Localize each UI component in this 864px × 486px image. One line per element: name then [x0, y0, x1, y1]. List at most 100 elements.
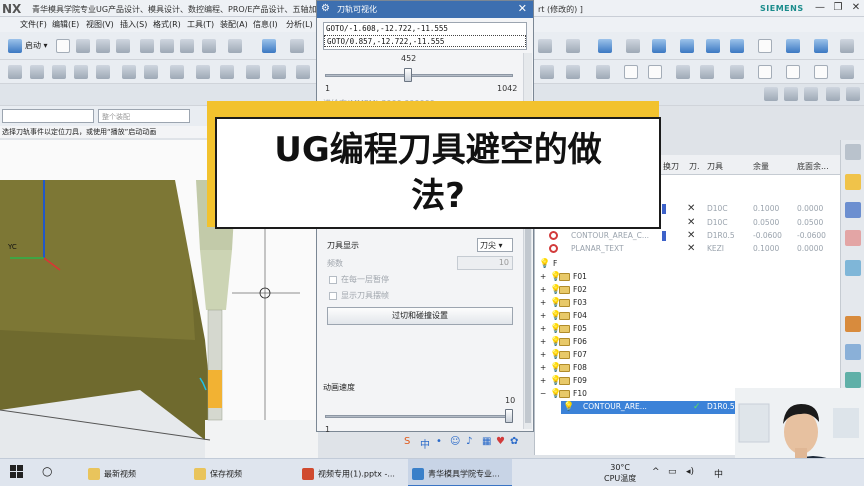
generate-icon[interactable]: [122, 65, 136, 79]
create-geometry-icon[interactable]: [52, 65, 66, 79]
select-edge-icon[interactable]: [784, 87, 798, 101]
collapse-icon[interactable]: −: [540, 389, 546, 398]
operation-nav-icon[interactable]: [845, 260, 861, 276]
network-icon[interactable]: ▭: [668, 459, 677, 486]
tray-expand-icon[interactable]: ^: [652, 459, 660, 486]
output-icon[interactable]: [246, 65, 260, 79]
list-item[interactable]: + 💡 F08: [535, 362, 841, 375]
expand-icon[interactable]: +: [540, 363, 546, 372]
expand-icon[interactable]: +: [540, 350, 546, 359]
menu-tools[interactable]: 工具(T): [187, 19, 214, 30]
taskbar-item-pptx[interactable]: 视频专用(1).pptx -...: [298, 459, 402, 486]
shop-doc-icon[interactable]: [220, 65, 234, 79]
windows-start-button[interactable]: [10, 459, 28, 486]
list-item[interactable]: + 💡 F07: [535, 349, 841, 362]
minimize-button[interactable]: —: [812, 2, 828, 15]
goto-line[interactable]: GOTO/-1.608,-12.722,-11.555: [324, 23, 526, 35]
assembly-nav-icon[interactable]: [845, 174, 861, 190]
create-operation-icon[interactable]: [96, 65, 110, 79]
rotate-icon[interactable]: [626, 39, 640, 53]
table-row[interactable]: CONTOUR_AREA_C... ✕ D1R0.5 -0.0600 -0.06…: [535, 230, 841, 243]
layer-icon[interactable]: [290, 39, 304, 53]
voice-icon[interactable]: ♪: [466, 436, 472, 447]
shaded-icon[interactable]: [652, 39, 666, 53]
verify-icon[interactable]: [170, 65, 184, 79]
close-button[interactable]: ✕: [848, 2, 864, 15]
ime-settings-icon[interactable]: ✿: [510, 436, 518, 447]
list-item[interactable]: + 💡 F04: [535, 310, 841, 323]
step-slider-track[interactable]: [325, 74, 513, 77]
boolean-icon[interactable]: [566, 65, 580, 79]
program-group-row[interactable]: 💡 F: [535, 258, 841, 271]
col-floor-stock[interactable]: 底面余...: [797, 161, 829, 172]
animation-speed-track[interactable]: [325, 415, 511, 418]
new-icon[interactable]: [56, 39, 70, 53]
display-icon[interactable]: [262, 39, 276, 53]
menu-file[interactable]: 文件(F): [20, 19, 47, 30]
maximize-button[interactable]: ❐: [830, 2, 846, 15]
gear-icon[interactable]: ⚙: [321, 3, 330, 14]
create-program-icon[interactable]: [8, 65, 22, 79]
reuse-library-icon[interactable]: [845, 230, 861, 246]
frequency-input[interactable]: 10: [457, 256, 513, 270]
open-icon[interactable]: [76, 39, 90, 53]
expand-icon[interactable]: +: [540, 376, 546, 385]
expand-icon[interactable]: +: [540, 324, 546, 333]
curve-icon[interactable]: [624, 65, 638, 79]
part-nav-icon[interactable]: [845, 202, 861, 218]
trim-icon[interactable]: [596, 65, 610, 79]
paste-icon[interactable]: [180, 39, 194, 53]
type-filter-dropdown[interactable]: [2, 109, 94, 123]
pointer-icon[interactable]: [538, 39, 552, 53]
scope-filter-dropdown[interactable]: 整个装配: [98, 109, 190, 123]
taskbar-item-saved-videos[interactable]: 保存视频: [190, 459, 290, 486]
layer-view-icon[interactable]: [814, 39, 828, 53]
machine-nav-icon[interactable]: [845, 316, 861, 332]
datum-icon[interactable]: [758, 65, 772, 79]
col-tool-change[interactable]: 换刀: [663, 161, 679, 172]
create-method-icon[interactable]: [74, 65, 88, 79]
col-stock[interactable]: 余量: [753, 161, 769, 172]
skin-icon[interactable]: ♥: [496, 436, 505, 447]
web-browser-icon[interactable]: [845, 344, 861, 360]
taskbar-item-latest-videos[interactable]: 最新视频: [84, 459, 176, 486]
view-icon[interactable]: [598, 39, 612, 53]
spline-icon[interactable]: [648, 65, 662, 79]
volume-icon[interactable]: ◂): [686, 459, 694, 486]
create-tool-icon[interactable]: [30, 65, 44, 79]
expand-icon[interactable]: +: [540, 285, 546, 294]
menu-assembly[interactable]: 装配(A): [220, 19, 248, 30]
cube-icon[interactable]: [680, 39, 694, 53]
pause-each-layer-checkbox[interactable]: [329, 276, 337, 284]
expand-icon[interactable]: +: [540, 298, 546, 307]
select-feature-icon[interactable]: [826, 87, 840, 101]
cube-view-icon[interactable]: [706, 39, 720, 53]
taskbar-item-nx[interactable]: 青华模具学院专业...: [408, 459, 512, 486]
select-filter-icon[interactable]: [846, 87, 860, 101]
save-icon[interactable]: [96, 39, 110, 53]
snap-icon[interactable]: [566, 39, 580, 53]
cut-icon[interactable]: [140, 39, 154, 53]
list-item[interactable]: + 💡 F02: [535, 284, 841, 297]
replay-icon[interactable]: [144, 65, 158, 79]
list-item[interactable]: + 💡 F06: [535, 336, 841, 349]
undo-icon[interactable]: [228, 39, 242, 53]
col-tool-number[interactable]: 刀.: [689, 161, 700, 172]
show-tool-checkbox[interactable]: [329, 292, 337, 300]
chinese-mode-icon[interactable]: 中: [420, 436, 430, 451]
ime-indicator[interactable]: 中: [714, 459, 723, 486]
extend-icon[interactable]: [700, 65, 714, 79]
list-item[interactable]: + 💡 F01: [535, 271, 841, 284]
list-item[interactable]: + 💡 F03: [535, 297, 841, 310]
start-menu-button[interactable]: 启动 ▾: [25, 40, 48, 51]
cube-iso-icon[interactable]: [730, 39, 744, 53]
menu-info[interactable]: 信息(I): [253, 19, 278, 30]
table-row[interactable]: PLANAR_TEXT ✕ KEZI 0.1000 0.0000: [535, 243, 841, 256]
list-icon[interactable]: [296, 65, 310, 79]
dialog-scrollbar-thumb[interactable]: [525, 203, 531, 423]
expand-icon[interactable]: +: [540, 311, 546, 320]
select-body-icon[interactable]: [804, 87, 818, 101]
sogou-icon[interactable]: S: [404, 436, 410, 447]
expand-icon[interactable]: +: [540, 272, 546, 281]
history-icon[interactable]: [845, 372, 861, 388]
